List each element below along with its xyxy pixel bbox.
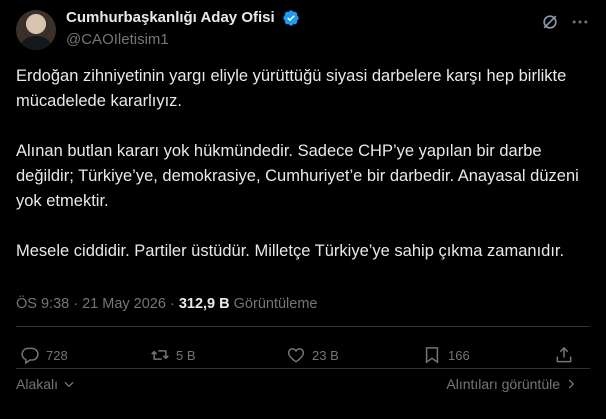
like-button[interactable]: 23 B (286, 344, 339, 366)
post-paragraph: Mesele ciddidir. Partiler üstüdür. Mille… (16, 242, 565, 260)
related-label: Alakalı (16, 376, 59, 392)
post-footer: Alakalı Alıntıları görüntüle (16, 376, 590, 396)
display-name[interactable]: Cumhurbaşkanlığı Aday Ofisi (66, 8, 275, 28)
reply-icon (21, 347, 39, 365)
author-handle[interactable]: @CAOIletisim1 (66, 30, 300, 50)
bookmark-count: 166 (448, 347, 470, 363)
views-count: 312,9 B (178, 296, 230, 312)
post-paragraph: Erdoğan zihniyetinin yargı eliyle yürütt… (16, 67, 567, 110)
divider (16, 326, 590, 327)
chevron-down-icon (64, 381, 74, 388)
post-date[interactable]: 21 May 2026 (82, 296, 166, 312)
related-dropdown[interactable]: Alakalı (16, 376, 76, 392)
bookmark-icon (425, 347, 439, 364)
bookmark-button[interactable]: 166 (422, 344, 470, 366)
share-icon (556, 346, 572, 363)
post-header: Cumhurbaşkanlığı Aday Ofisi @CAOIletisim… (16, 6, 590, 50)
grok-icon[interactable] (540, 12, 560, 32)
heart-icon (287, 348, 305, 363)
meta-separator: · (73, 296, 83, 312)
views-label: Görüntüleme (233, 296, 318, 312)
author-block: Cumhurbaşkanlığı Aday Ofisi @CAOIletisim… (66, 8, 300, 50)
post-meta: ÖS 9:38 · 21 May 2026 · 312,9 B Görüntül… (16, 294, 317, 314)
repost-count: 5 B (176, 347, 196, 363)
share-button[interactable] (554, 344, 574, 366)
reply-count: 728 (46, 347, 68, 363)
like-count: 23 B (312, 347, 339, 363)
post-paragraph: Alınan butlan kararı yok hükmündedir. Sa… (16, 142, 579, 210)
reply-button[interactable]: 728 (20, 344, 68, 366)
post: Cumhurbaşkanlığı Aday Ofisi @CAOIletisim… (0, 0, 606, 419)
action-bar: 728 5 B 23 B 166 (16, 340, 590, 370)
chevron-right-icon (568, 379, 575, 389)
repost-button[interactable]: 5 B (150, 344, 196, 366)
meta-separator: · (169, 296, 179, 312)
divider (16, 368, 590, 369)
view-quotes-label: Alıntıları görüntüle (446, 376, 560, 392)
more-icon[interactable] (570, 12, 590, 32)
repost-icon (151, 350, 169, 360)
verified-badge-icon (283, 10, 299, 26)
view-quotes-link[interactable]: Alıntıları görüntüle (446, 376, 578, 392)
post-time[interactable]: ÖS 9:38 (16, 296, 69, 312)
avatar[interactable] (16, 10, 56, 50)
post-text: Erdoğan zihniyetinin yargı eliyle yürütt… (16, 64, 590, 264)
